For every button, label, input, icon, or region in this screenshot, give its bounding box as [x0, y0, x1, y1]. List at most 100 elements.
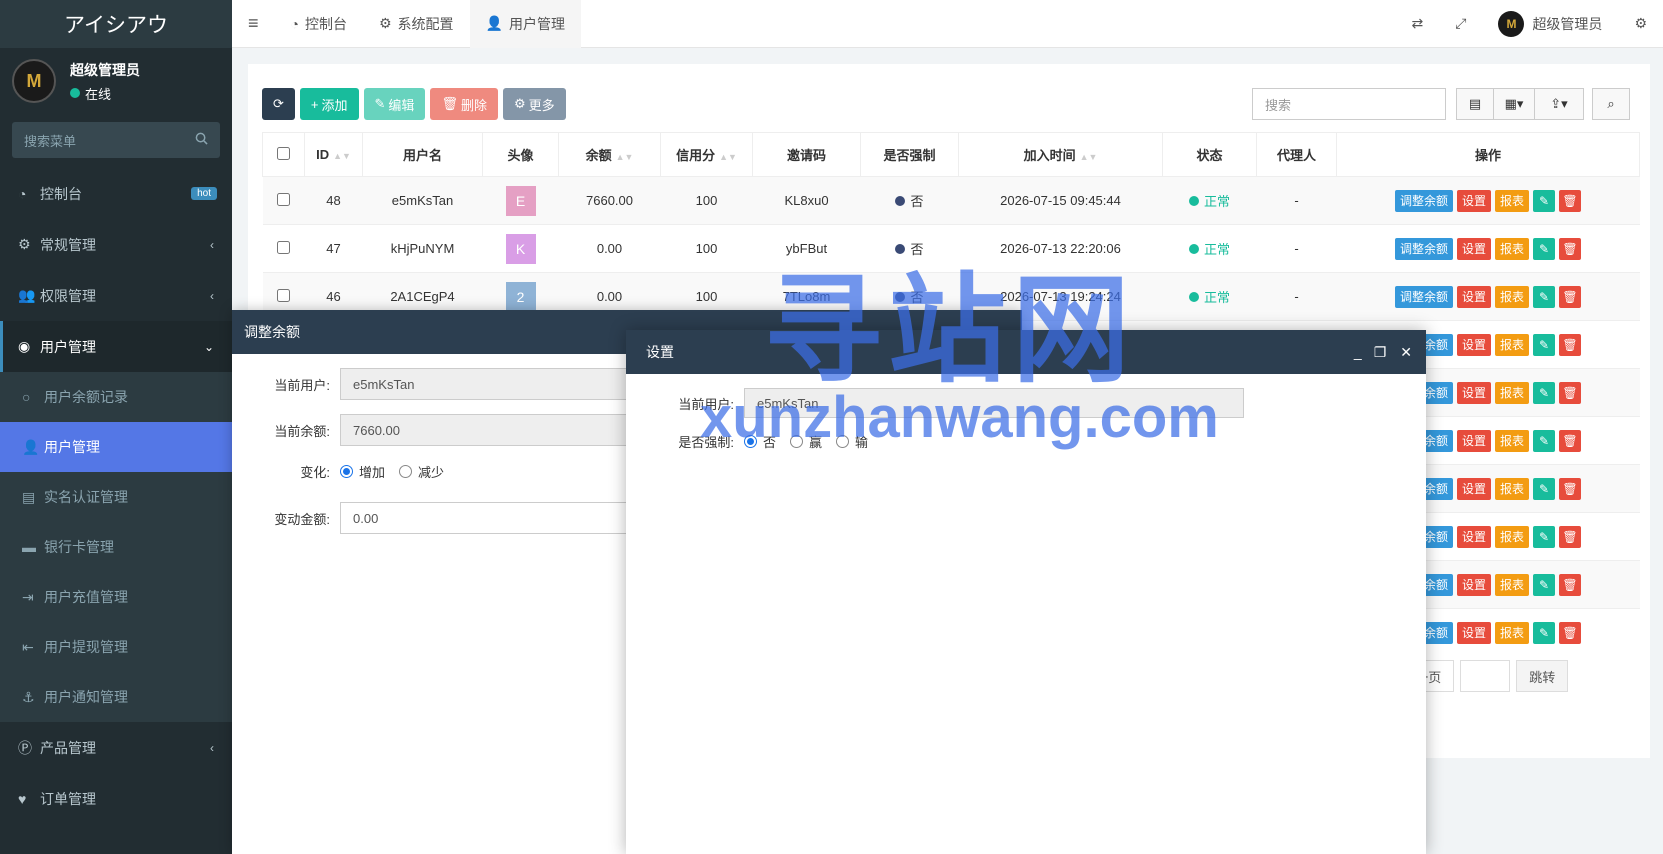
jump-button[interactable]: 跳转 — [1516, 660, 1569, 692]
edit-row-button[interactable]: ✎ — [1533, 429, 1556, 452]
tab-user-manage[interactable]: 👤 用户管理 — [469, 0, 581, 48]
row-checkbox[interactable] — [277, 288, 290, 302]
admin-menu[interactable]: M 超级管理员 — [1482, 0, 1618, 48]
sidebar-item-permissions[interactable]: 👥 权限管理 ‹ — [0, 270, 232, 321]
report-button[interactable]: 报表 — [1495, 525, 1530, 548]
tab-system-config[interactable]: ⚙ 系统配置 — [363, 0, 470, 48]
col-header[interactable]: 加入时间 ▲▼ — [958, 132, 1163, 177]
tab-dashboard[interactable]: ◔ 控制台 — [275, 0, 363, 48]
jump-page-input[interactable] — [1460, 660, 1511, 692]
sidebar-subitem-user-manage[interactable]: 👤 用户管理 — [0, 422, 232, 472]
translate-icon[interactable]: ⇄ — [1396, 0, 1440, 48]
delete-row-button[interactable]: 🗑 — [1559, 333, 1582, 356]
settings-gear-icon[interactable]: ⚙ — [1618, 0, 1663, 48]
delete-row-button[interactable]: 🗑 — [1559, 189, 1582, 212]
edit-row-button[interactable]: ✎ — [1533, 525, 1556, 548]
sidebar-search[interactable]: 搜索菜单 — [12, 122, 220, 158]
report-button[interactable]: 报表 — [1495, 285, 1530, 308]
sidebar-item-users[interactable]: ◉ 用户管理 ⌄ — [0, 321, 232, 372]
table-row[interactable]: 48 e5mKsTan E 7660.00 100 KL8xu0 否 2026-07-15 0… — [262, 176, 1640, 225]
sidebar-subitem-realname[interactable]: ▤ 实名认证管理 — [0, 472, 232, 522]
forced-win-radio[interactable] — [790, 435, 804, 448]
columns-button[interactable]: ▦▾ — [1493, 88, 1535, 120]
delete-button[interactable]: 🗑 删除 — [430, 88, 498, 120]
search-button[interactable]: ⌕ — [1592, 88, 1630, 120]
close-icon[interactable]: ✕ — [1400, 344, 1412, 361]
forced-lose-radio[interactable] — [836, 435, 850, 448]
settings-button[interactable]: 设置 — [1456, 285, 1491, 308]
fullscreen-icon[interactable]: ⤢ — [1439, 0, 1482, 48]
sidebar-item-dashboard[interactable]: ◔ 控制台 hot — [0, 168, 232, 219]
settings-button[interactable]: 设置 — [1456, 381, 1491, 404]
edit-row-button[interactable]: ✎ — [1533, 333, 1556, 356]
row-checkbox[interactable] — [277, 192, 290, 206]
forced-no-radio[interactable] — [744, 435, 757, 448]
col-header[interactable]: 余额 ▲▼ — [558, 132, 661, 177]
edit-row-button[interactable]: ✎ — [1533, 573, 1556, 596]
app-logo[interactable]: アイシアウ — [0, 0, 232, 48]
sidebar-subitem-bankcard[interactable]: ▬ 银行卡管理 — [0, 522, 232, 572]
edit-row-button[interactable]: ✎ — [1533, 189, 1556, 212]
toggle-view-button[interactable]: ▤ — [1456, 88, 1494, 120]
report-button[interactable]: 报表 — [1495, 429, 1530, 452]
delete-row-button[interactable]: 🗑 — [1559, 525, 1582, 548]
report-button[interactable]: 报表 — [1495, 621, 1530, 644]
table-row[interactable]: 47 kHjPuNYM K 0.00 100 ybFBut 否 2026-07-13 22:2… — [262, 224, 1640, 273]
select-all-cell[interactable] — [262, 132, 305, 177]
delete-row-button[interactable]: 🗑 — [1559, 429, 1582, 452]
edit-row-button[interactable]: ✎ — [1533, 477, 1556, 500]
export-button[interactable]: ⇪▾ — [1534, 88, 1584, 120]
report-button[interactable]: 报表 — [1495, 189, 1530, 212]
select-all-checkbox[interactable] — [277, 146, 290, 160]
dialog-titlebar[interactable]: 设置 _ ❐ ✕ — [626, 330, 1426, 374]
adjust-balance-button[interactable]: 调整余额 — [1394, 237, 1453, 260]
settings-button[interactable]: 设置 — [1456, 237, 1491, 260]
settings-button[interactable]: 设置 — [1456, 189, 1491, 212]
report-button[interactable]: 报表 — [1495, 237, 1530, 260]
settings-button[interactable]: 设置 — [1456, 621, 1491, 644]
refresh-button[interactable]: ⟳ — [262, 88, 295, 120]
delete-row-button[interactable]: 🗑 — [1559, 621, 1582, 644]
sidebar-item-orders[interactable]: ♥ 订单管理 — [0, 773, 232, 824]
delete-row-button[interactable]: 🗑 — [1559, 477, 1582, 500]
edit-row-button[interactable]: ✎ — [1533, 621, 1556, 644]
delete-row-button[interactable]: 🗑 — [1559, 573, 1582, 596]
delete-row-button[interactable]: 🗑 — [1559, 237, 1582, 260]
adjust-balance-button[interactable]: 调整余额 — [1394, 189, 1453, 212]
report-button[interactable]: 报表 — [1495, 381, 1530, 404]
settings-button[interactable]: 设置 — [1456, 573, 1491, 596]
sidebar-item-products[interactable]: Ⓟ 产品管理 ‹ — [0, 722, 232, 773]
edit-button[interactable]: ✎ 编辑 — [363, 88, 426, 120]
delete-row-button[interactable]: 🗑 — [1559, 381, 1582, 404]
sidebar-subitem-balance-log[interactable]: ○ 用户余额记录 — [0, 372, 232, 422]
row-select-cell[interactable] — [262, 224, 305, 273]
menu-toggle-icon[interactable]: ≡ — [232, 0, 275, 48]
increase-radio[interactable] — [340, 465, 353, 478]
col-header[interactable]: 信用分 ▲▼ — [660, 132, 753, 177]
settings-button[interactable]: 设置 — [1456, 333, 1491, 356]
edit-row-button[interactable]: ✎ — [1533, 237, 1556, 260]
sidebar-subitem-withdraw[interactable]: ⇤ 用户提现管理 — [0, 622, 232, 672]
maximize-icon[interactable]: ❐ — [1374, 344, 1387, 361]
decrease-radio[interactable] — [399, 465, 413, 478]
adjust-balance-button[interactable]: 调整余额 — [1394, 285, 1453, 308]
delete-row-button[interactable]: 🗑 — [1559, 285, 1582, 308]
col-header[interactable]: ID ▲▼ — [304, 132, 363, 177]
sidebar-item-general[interactable]: ⚙ 常规管理 ‹ — [0, 219, 232, 270]
table-search-input[interactable]: 搜索 — [1252, 88, 1446, 120]
minimize-icon[interactable]: _ — [1354, 344, 1362, 360]
report-button[interactable]: 报表 — [1495, 573, 1530, 596]
edit-row-button[interactable]: ✎ — [1533, 285, 1556, 308]
report-button[interactable]: 报表 — [1495, 333, 1530, 356]
report-button[interactable]: 报表 — [1495, 477, 1530, 500]
edit-row-button[interactable]: ✎ — [1533, 381, 1556, 404]
settings-button[interactable]: 设置 — [1456, 429, 1491, 452]
more-button[interactable]: ⚙ 更多 — [502, 88, 566, 120]
row-select-cell[interactable] — [262, 176, 305, 225]
settings-button[interactable]: 设置 — [1456, 477, 1491, 500]
add-button[interactable]: + 添加 — [299, 88, 359, 120]
sidebar-subitem-notice[interactable]: ⚓ 用户通知管理 — [0, 672, 232, 722]
row-checkbox[interactable] — [277, 240, 290, 254]
sidebar-subitem-recharge[interactable]: ⇥ 用户充值管理 — [0, 572, 232, 622]
settings-button[interactable]: 设置 — [1456, 525, 1491, 548]
